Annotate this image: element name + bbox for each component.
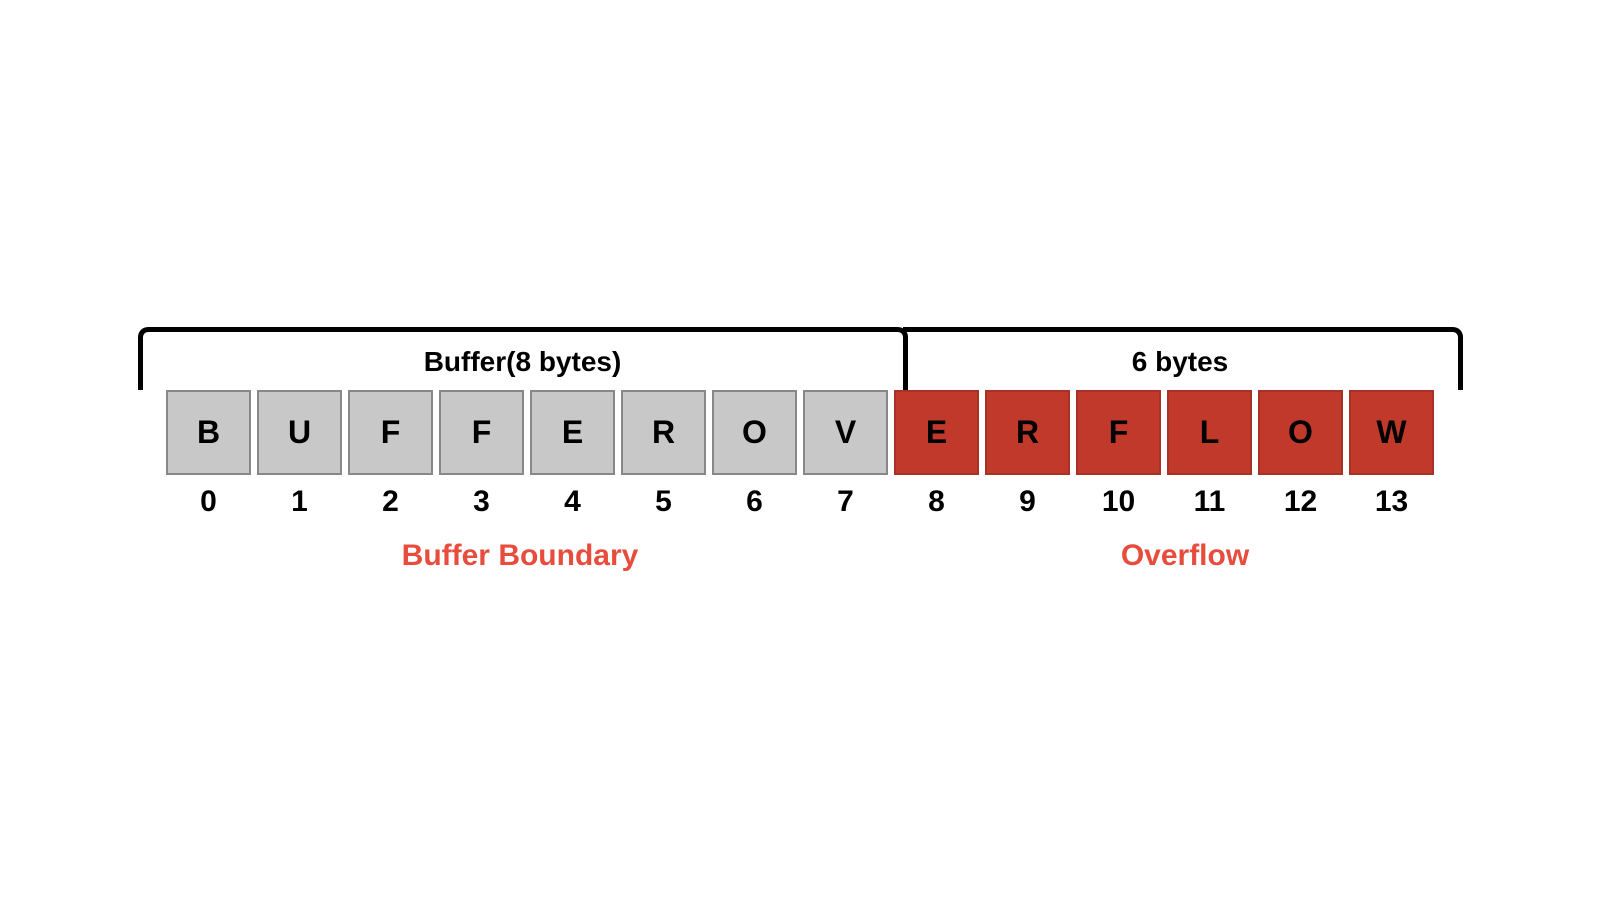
index-6: 6 bbox=[712, 485, 797, 519]
index-5: 5 bbox=[621, 485, 706, 519]
buffer-cell-7: V bbox=[803, 390, 888, 475]
index-7: 7 bbox=[803, 485, 888, 519]
indices-row: 012345678910111213 bbox=[166, 485, 1434, 519]
buffer-cell-1: U bbox=[257, 390, 342, 475]
labels-row: Buffer Boundary Overflow bbox=[135, 539, 1465, 573]
diagram-container: Buffer(8 bytes) 6 bytes BUFFEROVERFLOW 0… bbox=[135, 327, 1465, 573]
overflow-cell-0: E bbox=[894, 390, 979, 475]
buffer-cell-6: O bbox=[712, 390, 797, 475]
index-13: 13 bbox=[1349, 485, 1434, 519]
index-9: 9 bbox=[985, 485, 1070, 519]
index-2: 2 bbox=[348, 485, 433, 519]
index-10: 10 bbox=[1076, 485, 1161, 519]
index-12: 12 bbox=[1258, 485, 1343, 519]
buffer-boundary-area: Buffer Boundary bbox=[135, 539, 905, 573]
overflow-cell-5: W bbox=[1349, 390, 1434, 475]
buffer-cell-3: F bbox=[439, 390, 524, 475]
index-1: 1 bbox=[257, 485, 342, 519]
buffer-cell-2: F bbox=[348, 390, 433, 475]
buffer-cell-0: B bbox=[166, 390, 251, 475]
overflow-cell-2: F bbox=[1076, 390, 1161, 475]
overflow-bracket: 6 bytes bbox=[903, 327, 1463, 390]
index-4: 4 bbox=[530, 485, 615, 519]
buffer-label: Buffer(8 bytes) bbox=[424, 346, 622, 378]
cells-row: BUFFEROVERFLOW bbox=[166, 390, 1434, 475]
overflow-label: Overflow bbox=[1121, 539, 1249, 572]
overflow-label-area: Overflow bbox=[905, 539, 1465, 573]
overflow-cell-4: O bbox=[1258, 390, 1343, 475]
buffer-boundary-label: Buffer Boundary bbox=[402, 539, 639, 572]
index-3: 3 bbox=[439, 485, 524, 519]
index-11: 11 bbox=[1167, 485, 1252, 519]
overflow-section-label: 6 bytes bbox=[1132, 346, 1229, 378]
index-0: 0 bbox=[166, 485, 251, 519]
buffer-bracket: Buffer(8 bytes) bbox=[138, 327, 908, 390]
overflow-cell-1: R bbox=[985, 390, 1070, 475]
buffer-cell-4: E bbox=[530, 390, 615, 475]
overflow-cell-3: L bbox=[1167, 390, 1252, 475]
buffer-cell-5: R bbox=[621, 390, 706, 475]
brackets-row: Buffer(8 bytes) 6 bytes bbox=[138, 327, 1463, 390]
index-8: 8 bbox=[894, 485, 979, 519]
